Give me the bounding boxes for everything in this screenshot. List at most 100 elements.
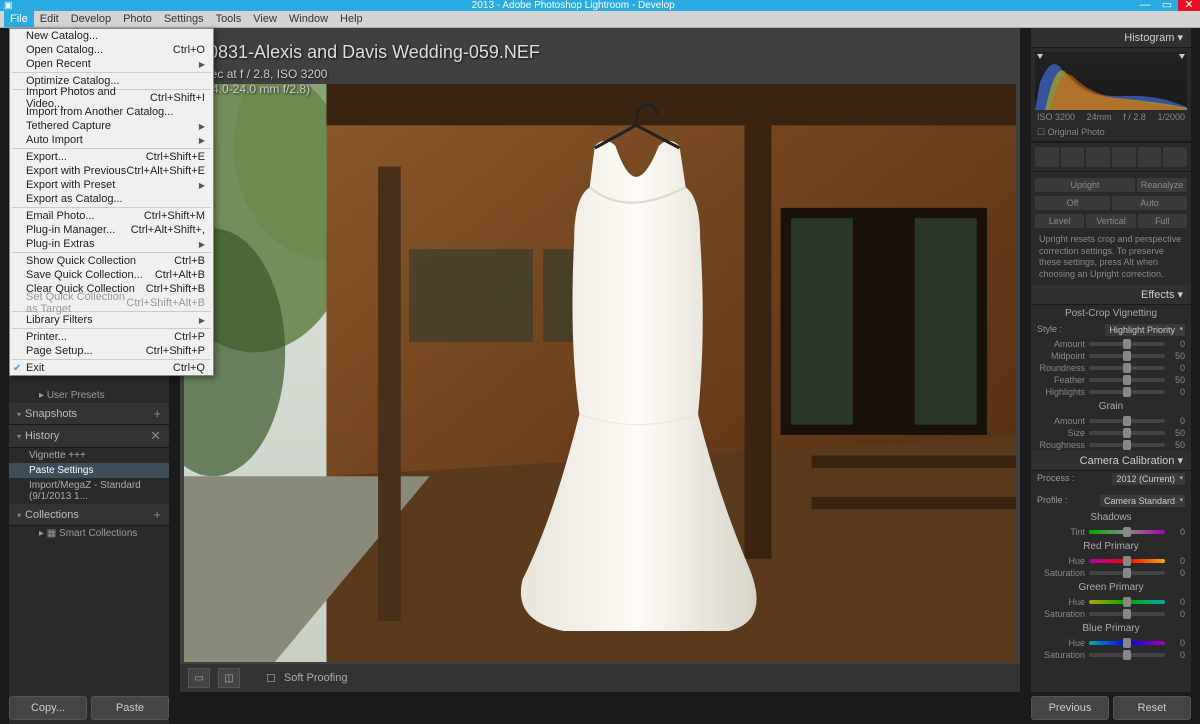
blue-sat-slider[interactable]: [1089, 653, 1165, 657]
file-menu-item[interactable]: Open Catalog...Ctrl+O: [10, 43, 213, 57]
before-after-icon[interactable]: ◫: [218, 668, 240, 688]
menu-edit[interactable]: Edit: [34, 11, 65, 27]
file-menu-item[interactable]: Open Recent▶: [10, 57, 213, 71]
pcv-highlights-slider[interactable]: [1089, 390, 1165, 394]
reset-button[interactable]: Reset: [1113, 696, 1191, 720]
left-edge[interactable]: [0, 28, 9, 724]
green-hue-slider[interactable]: [1089, 600, 1165, 604]
file-menu-item[interactable]: Tethered Capture▶: [10, 119, 213, 133]
title-bar: ▣ 2013 - Adobe Photoshop Lightroom - Dev…: [0, 0, 1200, 11]
radial-tool-icon[interactable]: [1138, 147, 1162, 167]
menu-photo[interactable]: Photo: [117, 11, 158, 27]
upright-off[interactable]: Off: [1035, 196, 1110, 210]
file-menu-item[interactable]: Save Quick Collection...Ctrl+Alt+B: [10, 268, 213, 282]
menu-develop[interactable]: Develop: [65, 11, 117, 27]
upright-auto[interactable]: Auto: [1112, 196, 1187, 210]
history-item[interactable]: Paste Settings: [9, 463, 169, 478]
previous-button[interactable]: Previous: [1031, 696, 1109, 720]
left-bottom-bar: Copy... Paste: [9, 696, 169, 720]
file-menu-item[interactable]: New Catalog...: [10, 29, 213, 43]
reanalyze-button[interactable]: Reanalyze: [1137, 178, 1187, 192]
develop-toolbar: ▭ ◫ ☐ Soft Proofing: [180, 664, 1020, 692]
copy-button[interactable]: Copy...: [9, 696, 87, 720]
window-title: 2013 - Adobe Photoshop Lightroom - Devel…: [13, 0, 1134, 11]
tool-strip: [1031, 142, 1191, 172]
history-header[interactable]: ▾History✕: [9, 425, 169, 448]
user-presets[interactable]: ▸ User Presets: [9, 388, 169, 403]
minimize-button[interactable]: —: [1134, 0, 1156, 11]
style-dropdown[interactable]: Highlight Priority: [1105, 324, 1185, 336]
soft-proofing-checkbox[interactable]: ☐: [266, 672, 276, 685]
file-menu-item[interactable]: Export with Preset▶: [10, 178, 213, 192]
camera-calibration-header[interactable]: Camera Calibration ▾: [1031, 451, 1191, 471]
red-hue-slider[interactable]: [1089, 559, 1165, 563]
file-menu-item[interactable]: Plug-in Extras▶: [10, 237, 213, 251]
file-menu-item[interactable]: ✔ExitCtrl+Q: [10, 361, 213, 375]
file-menu-item[interactable]: Set Quick Collection as TargetCtrl+Shift…: [10, 296, 213, 310]
file-menu-item[interactable]: Printer...Ctrl+P: [10, 330, 213, 344]
menu-settings[interactable]: Settings: [158, 11, 210, 27]
window-controls: — ▭ ✕: [1134, 0, 1200, 11]
grain-title: Grain: [1031, 398, 1191, 415]
pcv-roundness-slider[interactable]: [1089, 366, 1165, 370]
history-item[interactable]: Import/MegaZ - Standard (9/1/2013 1...: [9, 478, 169, 504]
file-menu-item[interactable]: Show Quick CollectionCtrl+B: [10, 254, 213, 268]
effects-header[interactable]: Effects ▾: [1031, 285, 1191, 305]
file-menu-item[interactable]: Library Filters▶: [10, 313, 213, 327]
photo-preview[interactable]: [184, 84, 1016, 662]
file-menu-item[interactable]: Page Setup...Ctrl+Shift+P: [10, 344, 213, 358]
blue-hue-slider[interactable]: [1089, 641, 1165, 645]
profile-dropdown[interactable]: Camera Standard: [1100, 495, 1185, 507]
tint-slider[interactable]: [1089, 530, 1165, 534]
pcv-title: Post-Crop Vignetting: [1031, 305, 1191, 322]
menu-view[interactable]: View: [247, 11, 283, 27]
file-menu-dropdown: New Catalog...Open Catalog...Ctrl+OOpen …: [9, 28, 214, 376]
brush-tool-icon[interactable]: [1163, 147, 1187, 167]
redeye-tool-icon[interactable]: [1086, 147, 1110, 167]
paste-button[interactable]: Paste: [91, 696, 169, 720]
file-menu-item[interactable]: Import from Another Catalog...: [10, 105, 213, 119]
grad-tool-icon[interactable]: [1112, 147, 1136, 167]
grain-size-slider[interactable]: [1089, 431, 1165, 435]
menu-help[interactable]: Help: [334, 11, 369, 27]
snapshots-header[interactable]: ▾Snapshots+: [9, 403, 169, 425]
spot-tool-icon[interactable]: [1061, 147, 1085, 167]
histogram-info: ISO 320024mmf / 2.81/2000: [1031, 110, 1191, 124]
histogram-header[interactable]: Histogram ▾: [1031, 28, 1191, 48]
file-menu-item[interactable]: Export...Ctrl+Shift+E: [10, 150, 213, 164]
file-menu-item[interactable]: Auto Import▶: [10, 133, 213, 147]
file-menu-item[interactable]: Email Photo...Ctrl+Shift+M: [10, 209, 213, 223]
green-sat-slider[interactable]: [1089, 612, 1165, 616]
process-dropdown[interactable]: 2012 (Current): [1112, 473, 1185, 485]
soft-proofing-label: Soft Proofing: [284, 672, 348, 684]
menu-file[interactable]: File: [4, 11, 34, 27]
menu-tools[interactable]: Tools: [210, 11, 248, 27]
menu-bar: File Edit Develop Photo Settings Tools V…: [0, 11, 1200, 28]
red-primary-title: Red Primary: [1031, 538, 1191, 555]
smart-collections[interactable]: ▸ ▦ Smart Collections: [9, 526, 169, 541]
crop-tool-icon[interactable]: [1035, 147, 1059, 167]
loupe-view-icon[interactable]: ▭: [188, 668, 210, 688]
file-menu-item[interactable]: Export as Catalog...: [10, 192, 213, 206]
pcv-amount-slider[interactable]: [1089, 342, 1165, 346]
right-edge[interactable]: [1191, 28, 1200, 724]
close-button[interactable]: ✕: [1178, 0, 1200, 11]
green-primary-title: Green Primary: [1031, 579, 1191, 596]
upright-level[interactable]: Level: [1035, 214, 1084, 228]
upright-vertical[interactable]: Vertical: [1086, 214, 1135, 228]
maximize-button[interactable]: ▭: [1156, 0, 1178, 11]
file-menu-item[interactable]: Import Photos and Video...Ctrl+Shift+I: [10, 91, 213, 105]
red-sat-slider[interactable]: [1089, 571, 1165, 575]
grain-roughness-slider[interactable]: [1089, 443, 1165, 447]
original-photo-toggle[interactable]: Original Photo: [1031, 124, 1191, 142]
histogram-graph[interactable]: [1035, 52, 1187, 110]
file-menu-item[interactable]: Export with PreviousCtrl+Alt+Shift+E: [10, 164, 213, 178]
file-menu-item[interactable]: Plug-in Manager...Ctrl+Alt+Shift+,: [10, 223, 213, 237]
history-item[interactable]: Vignette +++: [9, 448, 169, 463]
menu-window[interactable]: Window: [283, 11, 334, 27]
pcv-feather-slider[interactable]: [1089, 378, 1165, 382]
upright-full[interactable]: Full: [1138, 214, 1187, 228]
grain-amount-slider[interactable]: [1089, 419, 1165, 423]
pcv-midpoint-slider[interactable]: [1089, 354, 1165, 358]
collections-header[interactable]: ▾Collections+: [9, 504, 169, 526]
